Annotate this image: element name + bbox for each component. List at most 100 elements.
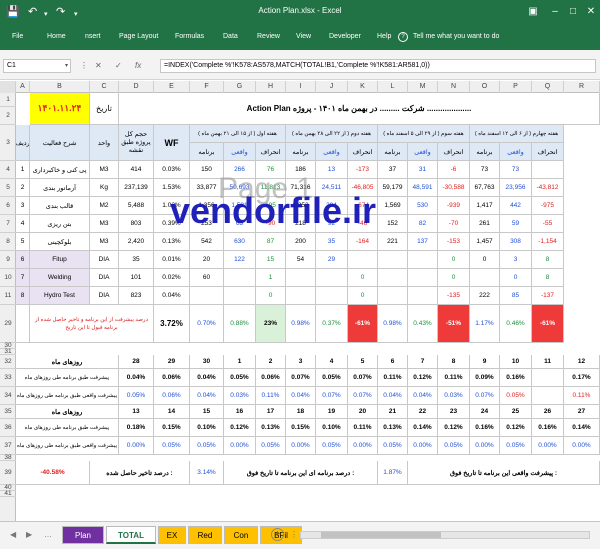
column-header[interactable]: M [408,81,438,93]
actual-progress-value[interactable]: 0.05% [438,437,470,455]
week-value[interactable]: 0 [438,269,470,287]
actual-progress-value[interactable]: 0.00% [224,437,256,455]
minimize-icon[interactable]: – [548,5,562,19]
week-subheader[interactable]: انحراف [256,143,286,161]
week-value[interactable] [470,269,500,287]
week-value[interactable]: 37 [378,161,408,179]
week-value[interactable]: 13 [316,161,348,179]
sheet-tab[interactable]: TOTAL [106,526,156,544]
week-value[interactable]: 200 [286,233,316,251]
column-header[interactable]: B [30,81,90,93]
day-number[interactable]: 7 [408,355,438,369]
week-value[interactable]: 73 [470,161,500,179]
row-header[interactable]: 39 [0,461,16,485]
plan-progress-value[interactable]: 0.18% [119,419,154,437]
actual-progress-value[interactable]: 0.00% [564,437,600,455]
day-number[interactable]: 9 [470,355,500,369]
row-header[interactable]: 8 [0,233,16,251]
date-value-cell[interactable]: ۱۴۰۱.۱۱.۲۴ [30,93,90,125]
week-value[interactable]: 222 [470,287,500,305]
day-number[interactable]: 16 [224,405,256,419]
row-header[interactable]: 9 [0,251,16,269]
day-number[interactable]: 25 [500,405,532,419]
plan-progress-value[interactable]: 0.15% [286,419,316,437]
tell-me-search[interactable]: Tell me what you want to do [413,33,499,40]
row-header[interactable]: 6 [0,197,16,215]
unit-value[interactable]: DIA [90,251,119,269]
actual-progress-value[interactable]: 0.05% [316,437,348,455]
plan-value[interactable]: 3.14% [190,461,224,485]
actual-progress-value[interactable]: 0.05% [190,437,224,455]
plan-progress-value[interactable]: 0.11% [438,369,470,387]
week-value[interactable]: 20 [190,251,224,269]
plan-progress-value[interactable] [532,369,564,387]
progress-cell[interactable]: 1.17% [470,305,500,343]
week-value[interactable]: 3 [500,251,532,269]
row-header[interactable]: 33 [0,369,16,387]
week-value[interactable]: 1 [256,269,286,287]
week-value[interactable] [408,251,438,269]
actual-progress-value[interactable]: 0.05% [500,437,532,455]
week-value[interactable]: 221 [378,233,408,251]
row-header[interactable]: 35 [0,405,16,419]
week-value[interactable]: 29 [316,251,348,269]
actual-label[interactable]: پیشرفت واقعی طبق برنامه طی روزهای ماه [16,437,119,455]
delay-value[interactable]: -40.58% [16,461,90,485]
actual-progress-value[interactable]: 0.05% [500,387,532,405]
week-value[interactable]: 15 [256,251,286,269]
day-number[interactable]: 10 [500,355,532,369]
day-number[interactable]: 6 [378,355,408,369]
week-header[interactable]: هفته دوم ( از ۲۲ الی ۲۸ بهمن ماه ) [286,125,378,143]
actual-progress-value[interactable]: 0.03% [224,387,256,405]
week-value[interactable] [378,287,408,305]
plan-progress-value[interactable]: 0.10% [316,419,348,437]
actual-progress-value[interactable]: 0.03% [438,387,470,405]
week-value[interactable]: -6 [438,161,470,179]
plan-progress-value[interactable]: 0.13% [378,419,408,437]
days-label[interactable]: روزهای ماه [16,355,119,369]
column-header[interactable]: L [378,81,408,93]
plan-progress-value[interactable]: 0.12% [500,419,532,437]
delay-label[interactable]: درصد تاخیر حاصل شده : [90,461,190,485]
plan-label[interactable]: پیشرفت طبق برنامه طی روزهای ماه [16,419,119,437]
activity-name[interactable]: آرماتور بندی [30,179,90,197]
row-header[interactable]: 7 [0,215,16,233]
week-value[interactable]: 82 [408,215,438,233]
activity-name[interactable]: بلوکچینی [30,233,90,251]
week-value[interactable] [532,161,564,179]
row-number[interactable]: 5 [16,233,30,251]
progress-cell[interactable]: -51% [438,305,470,343]
actual-progress-value[interactable]: 0.05% [119,387,154,405]
column-header[interactable]: G [224,81,256,93]
column-header[interactable]: A [16,81,30,93]
row-header[interactable]: 41 [0,490,16,497]
actual-progress-value[interactable]: 0.00% [348,437,378,455]
progress-cell[interactable]: -61% [348,305,378,343]
day-number[interactable]: 14 [154,405,190,419]
row-header[interactable]: 32 [0,355,16,369]
wf-value[interactable]: 0.03% [154,161,190,179]
week-value[interactable]: 35 [316,233,348,251]
activity-name[interactable]: Welding [30,269,90,287]
week-value[interactable]: -173 [348,161,378,179]
add-sheet-icon[interactable]: + [271,528,284,541]
quantity-value[interactable]: 237,139 [119,179,154,197]
day-number[interactable]: 28 [119,355,154,369]
row-header[interactable]: 11 [0,287,16,305]
name-box[interactable]: C1 ▾ [3,59,71,73]
row-header[interactable]: 4 [0,161,16,179]
quantity-header[interactable]: حجم کل پروژه طبق نقشه [119,125,154,161]
week-value[interactable] [378,269,408,287]
plan-title-cell[interactable]: Action Plan شرکت ......... در بهمن ماه ۱… [119,93,600,125]
quantity-value[interactable]: 35 [119,251,154,269]
progress-cell[interactable]: 0.37% [316,305,348,343]
wf-value[interactable]: 0.04% [154,287,190,305]
scroll-tabs-left-icon[interactable]: ◀ [10,530,16,539]
tab-help[interactable]: Help [377,33,391,40]
select-all-corner[interactable] [0,81,16,93]
week-subheader[interactable]: انحراف [348,143,378,161]
column-header[interactable]: D [119,81,154,93]
plan-progress-value[interactable]: 0.06% [256,369,286,387]
row-header[interactable]: 3 [0,125,16,161]
week-value[interactable]: -55 [532,215,564,233]
